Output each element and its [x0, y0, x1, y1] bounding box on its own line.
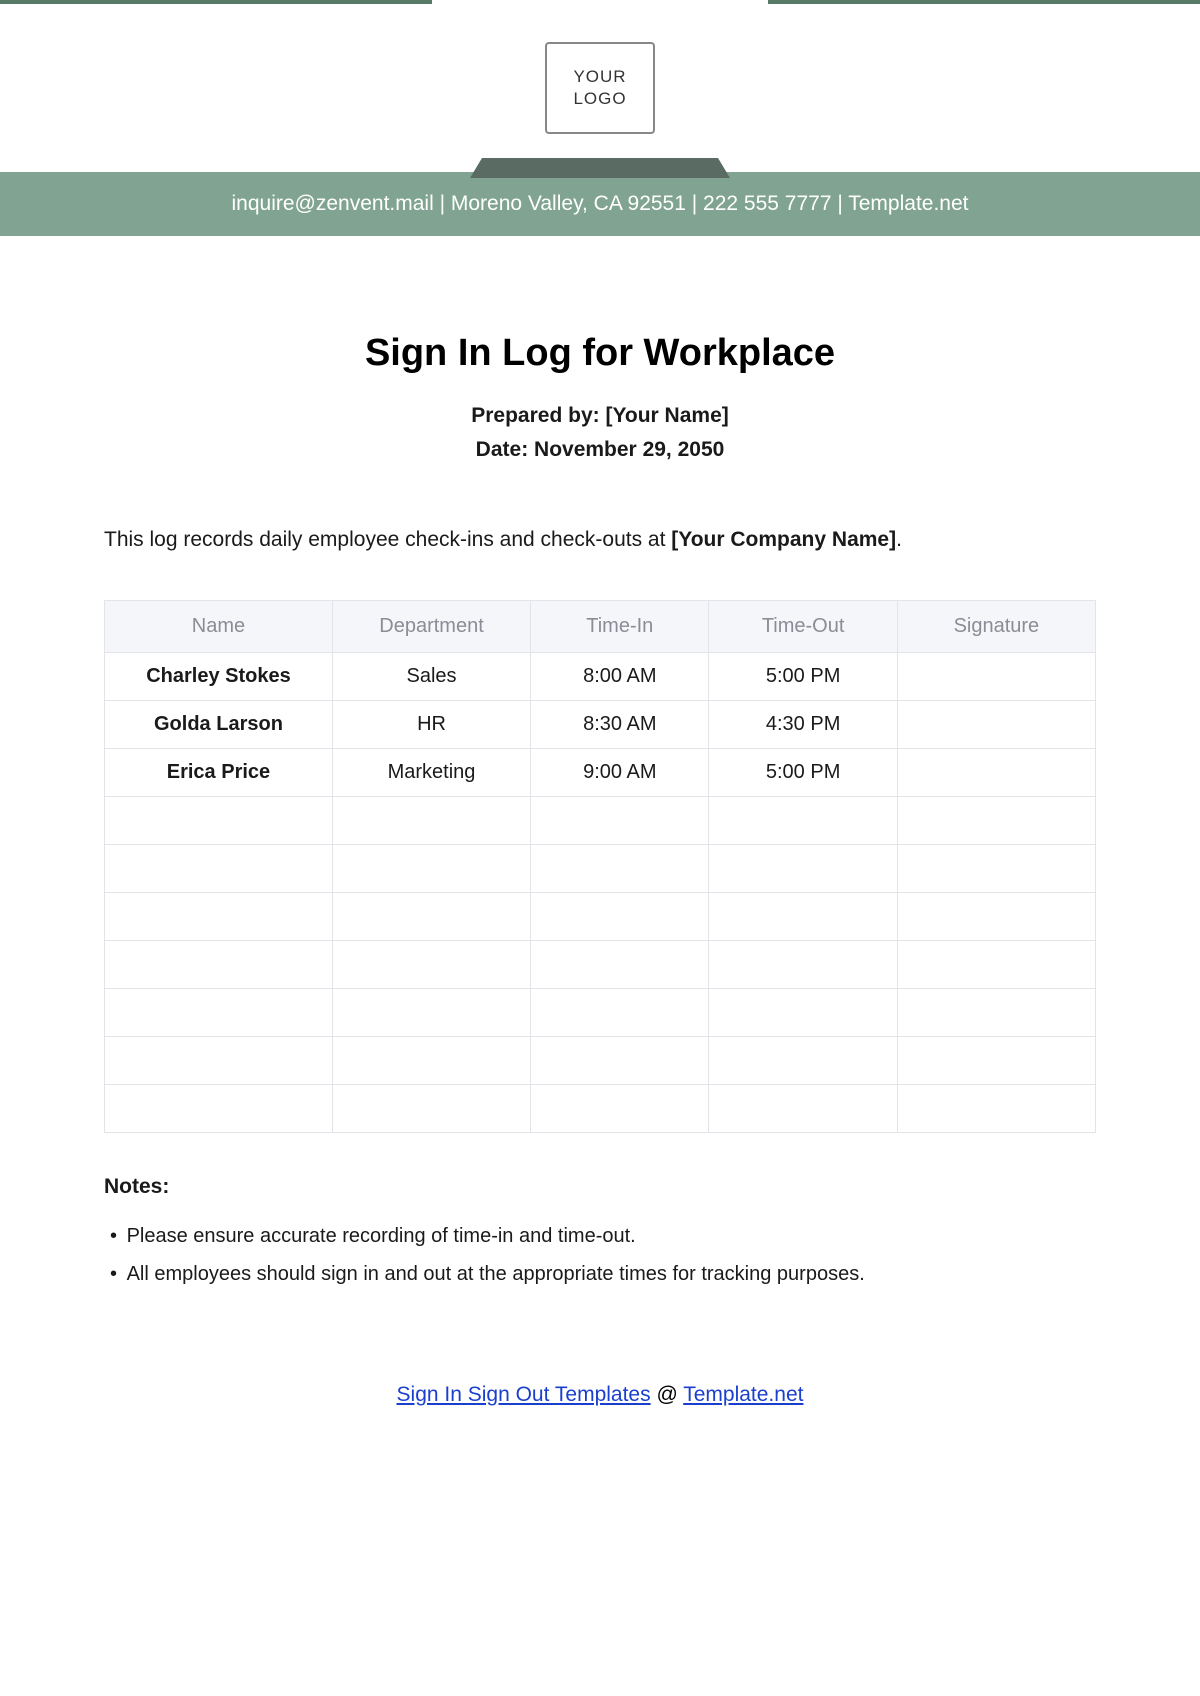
- cell-name: [105, 796, 333, 844]
- footer: Sign In Sign Out Templates @ Template.ne…: [104, 1383, 1096, 1407]
- cell-sig: [897, 748, 1095, 796]
- col-department: Department: [332, 600, 530, 652]
- cell-sig: [897, 988, 1095, 1036]
- cell-in: [531, 988, 709, 1036]
- table-row: [105, 940, 1096, 988]
- cell-in: [531, 796, 709, 844]
- cell-out: 5:00 PM: [709, 748, 897, 796]
- table-row: [105, 844, 1096, 892]
- content-area: Sign In Log for Workplace Prepared by: […: [0, 332, 1200, 1407]
- cell-in: [531, 940, 709, 988]
- signin-table: Name Department Time-In Time-Out Signatu…: [104, 600, 1096, 1133]
- top-divider: [0, 0, 1200, 4]
- table-header-row: Name Department Time-In Time-Out Signatu…: [105, 600, 1096, 652]
- cell-out: 5:00 PM: [709, 652, 897, 700]
- table-row: Golda LarsonHR8:30 AM4:30 PM: [105, 700, 1096, 748]
- cell-out: [709, 940, 897, 988]
- cell-out: [709, 892, 897, 940]
- cell-in: 8:30 AM: [531, 700, 709, 748]
- cell-sig: [897, 844, 1095, 892]
- desc-pre: This log records daily employee check-in…: [104, 528, 671, 551]
- table-row: [105, 1084, 1096, 1132]
- prepared-value: [Your Name]: [605, 404, 728, 427]
- header-contact-text: inquire@zenvent.mail | Moreno Valley, CA…: [232, 192, 969, 215]
- notes-heading: Notes:: [104, 1175, 1096, 1199]
- cell-name: [105, 940, 333, 988]
- description: This log records daily employee check-in…: [104, 524, 1096, 556]
- cell-dept: [332, 1084, 530, 1132]
- cell-dept: Marketing: [332, 748, 530, 796]
- cell-in: 8:00 AM: [531, 652, 709, 700]
- footer-link-site[interactable]: Template.net: [683, 1383, 803, 1406]
- cell-out: [709, 1084, 897, 1132]
- header-tab-shape: [470, 158, 730, 178]
- cell-in: 9:00 AM: [531, 748, 709, 796]
- cell-name: [105, 988, 333, 1036]
- cell-in: [531, 892, 709, 940]
- footer-link-templates[interactable]: Sign In Sign Out Templates: [397, 1383, 651, 1406]
- cell-out: [709, 1036, 897, 1084]
- cell-out: [709, 796, 897, 844]
- col-time-in: Time-In: [531, 600, 709, 652]
- header-bar-wrap: inquire@zenvent.mail | Moreno Valley, CA…: [0, 158, 1200, 236]
- cell-name: [105, 892, 333, 940]
- cell-sig: [897, 892, 1095, 940]
- cell-sig: [897, 796, 1095, 844]
- cell-dept: HR: [332, 700, 530, 748]
- cell-dept: [332, 844, 530, 892]
- col-name: Name: [105, 600, 333, 652]
- cell-in: [531, 1036, 709, 1084]
- cell-dept: [332, 892, 530, 940]
- col-signature: Signature: [897, 600, 1095, 652]
- notes-list: Please ensure accurate recording of time…: [104, 1217, 1096, 1293]
- note-item: All employees should sign in and out at …: [104, 1255, 1096, 1293]
- cell-name: Charley Stokes: [105, 652, 333, 700]
- logo-placeholder: YOUR LOGO: [545, 42, 655, 134]
- cell-in: [531, 1084, 709, 1132]
- cell-dept: [332, 1036, 530, 1084]
- cell-sig: [897, 652, 1095, 700]
- table-row: [105, 1036, 1096, 1084]
- cell-name: [105, 1084, 333, 1132]
- cell-out: [709, 988, 897, 1036]
- subheading: Prepared by: [Your Name] Date: November …: [104, 399, 1096, 466]
- prepared-label: Prepared by:: [471, 404, 605, 427]
- table-row: Erica PriceMarketing9:00 AM5:00 PM: [105, 748, 1096, 796]
- header-contact-bar: inquire@zenvent.mail | Moreno Valley, CA…: [0, 172, 1200, 236]
- cell-dept: [332, 940, 530, 988]
- note-item: Please ensure accurate recording of time…: [104, 1217, 1096, 1255]
- cell-sig: [897, 700, 1095, 748]
- cell-name: Golda Larson: [105, 700, 333, 748]
- cell-name: [105, 844, 333, 892]
- cell-dept: Sales: [332, 652, 530, 700]
- cell-name: [105, 1036, 333, 1084]
- cell-name: Erica Price: [105, 748, 333, 796]
- table-row: [105, 892, 1096, 940]
- cell-out: 4:30 PM: [709, 700, 897, 748]
- cell-out: [709, 844, 897, 892]
- desc-post: .: [896, 528, 902, 551]
- date-label: Date:: [476, 438, 534, 461]
- cell-sig: [897, 1036, 1095, 1084]
- page-title: Sign In Log for Workplace: [104, 332, 1096, 375]
- cell-sig: [897, 1084, 1095, 1132]
- table-row: [105, 796, 1096, 844]
- table-row: [105, 988, 1096, 1036]
- date-value: November 29, 2050: [534, 438, 724, 461]
- cell-sig: [897, 940, 1095, 988]
- table-row: Charley StokesSales8:00 AM5:00 PM: [105, 652, 1096, 700]
- cell-dept: [332, 988, 530, 1036]
- col-time-out: Time-Out: [709, 600, 897, 652]
- cell-in: [531, 844, 709, 892]
- footer-at: @: [651, 1383, 684, 1406]
- logo-text: YOUR LOGO: [547, 66, 653, 110]
- desc-company: [Your Company Name]: [671, 528, 896, 551]
- cell-dept: [332, 796, 530, 844]
